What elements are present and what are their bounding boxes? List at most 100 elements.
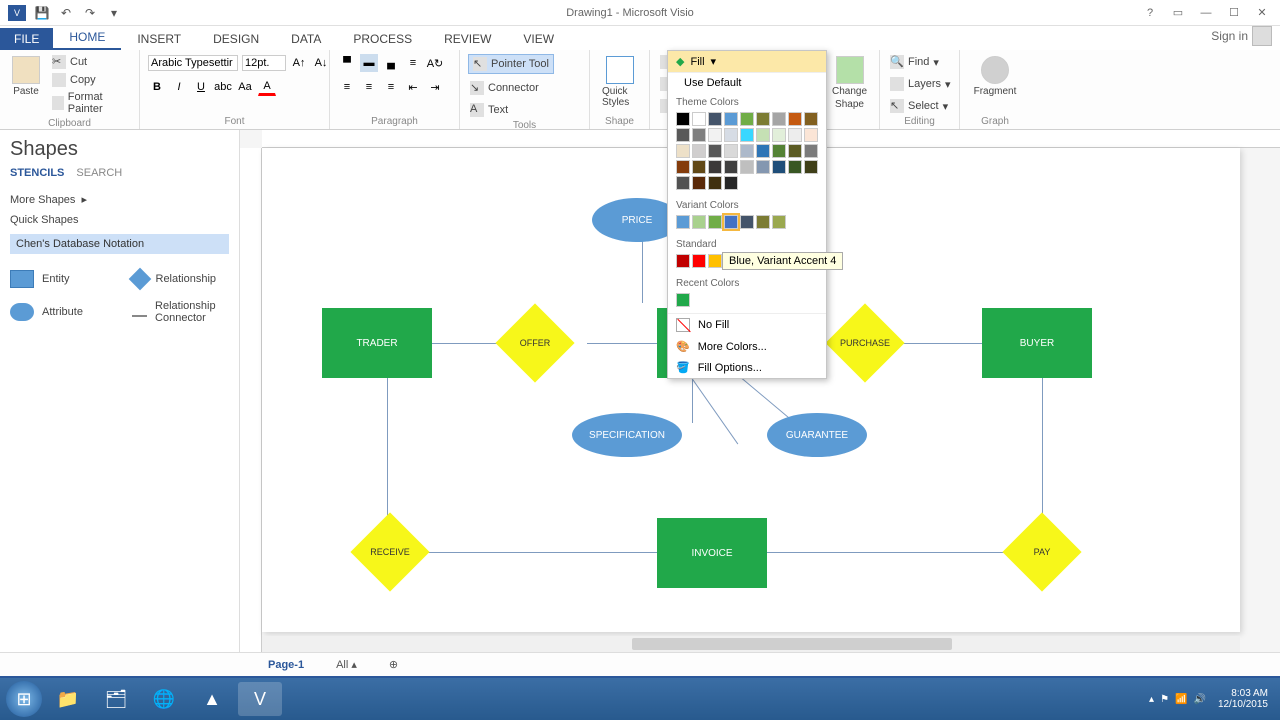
page-tab-1[interactable]: Page-1 bbox=[260, 657, 312, 673]
swatch[interactable] bbox=[756, 144, 770, 158]
layers-button[interactable]: Layers ▾ bbox=[888, 76, 953, 92]
swatch[interactable] bbox=[676, 254, 690, 268]
tab-insert[interactable]: INSERT bbox=[121, 28, 197, 50]
rel-receive[interactable]: RECEIVE bbox=[362, 524, 418, 580]
swatch[interactable] bbox=[708, 254, 722, 268]
font-family-input[interactable] bbox=[148, 55, 238, 71]
orient-icon[interactable]: A↻ bbox=[426, 54, 444, 72]
more-shapes-link[interactable]: More Shapes ▸ bbox=[10, 189, 229, 210]
start-button[interactable]: ⊞ bbox=[6, 681, 42, 717]
rel-purchase[interactable]: PURCHASE bbox=[837, 315, 893, 371]
swatch[interactable] bbox=[804, 128, 818, 142]
decrease-font-icon[interactable]: A↓ bbox=[312, 54, 330, 72]
rel-pay[interactable]: PAY bbox=[1014, 524, 1070, 580]
tab-process[interactable]: PROCESS bbox=[337, 28, 428, 50]
swatch[interactable] bbox=[708, 128, 722, 142]
cut-button[interactable]: ✂Cut bbox=[50, 54, 131, 70]
ribbon-toggle-icon[interactable]: ▭ bbox=[1166, 5, 1190, 21]
fill-button[interactable]: ◆Fill ▾ bbox=[668, 51, 826, 73]
swatch[interactable] bbox=[772, 215, 786, 229]
case-icon[interactable]: Aa bbox=[236, 78, 254, 96]
swatch[interactable] bbox=[788, 128, 802, 142]
align-mid-icon[interactable]: ▬ bbox=[360, 54, 378, 72]
swatch[interactable] bbox=[740, 112, 754, 126]
align-right-icon[interactable]: ≡ bbox=[382, 78, 400, 96]
attr-spec[interactable]: SPECIFICATION bbox=[572, 413, 682, 457]
swatch[interactable] bbox=[708, 144, 722, 158]
undo-icon[interactable]: ↶ bbox=[58, 5, 74, 21]
relationship-shape[interactable]: Relationship bbox=[132, 270, 230, 288]
align-center-icon[interactable]: ≡ bbox=[360, 78, 378, 96]
swatch[interactable] bbox=[772, 144, 786, 158]
swatch[interactable] bbox=[788, 160, 802, 174]
swatch[interactable] bbox=[724, 144, 738, 158]
qat-dropdown-icon[interactable]: ▾ bbox=[106, 5, 122, 21]
relconn-shape[interactable]: Relationship Connector bbox=[132, 300, 230, 324]
bullets-icon[interactable]: ≡ bbox=[404, 54, 422, 72]
horizontal-scrollbar[interactable] bbox=[262, 636, 1240, 652]
swatch[interactable] bbox=[692, 128, 706, 142]
taskbar-explorer[interactable]: 📁 bbox=[46, 682, 90, 716]
swatch[interactable] bbox=[676, 144, 690, 158]
swatch[interactable] bbox=[692, 112, 706, 126]
tray-network-icon[interactable]: 📶 bbox=[1175, 694, 1187, 705]
swatch[interactable] bbox=[676, 293, 690, 307]
tab-file[interactable]: FILE bbox=[0, 28, 53, 50]
swatch[interactable] bbox=[708, 112, 722, 126]
search-tab[interactable]: SEARCH bbox=[76, 167, 122, 179]
swatch[interactable] bbox=[676, 160, 690, 174]
pointer-tool-button[interactable]: ↖Pointer Tool bbox=[468, 54, 554, 74]
swatch[interactable] bbox=[724, 215, 738, 229]
italic-icon[interactable]: I bbox=[170, 78, 188, 96]
swatch[interactable] bbox=[740, 128, 754, 142]
tab-data[interactable]: DATA bbox=[275, 28, 337, 50]
swatch[interactable] bbox=[756, 215, 770, 229]
underline-icon[interactable]: U bbox=[192, 78, 210, 96]
select-button[interactable]: ↖Select ▾ bbox=[888, 98, 950, 114]
swatch[interactable] bbox=[708, 176, 722, 190]
swatch[interactable] bbox=[692, 254, 706, 268]
taskbar-clock[interactable]: 8:03 AM 12/10/2015 bbox=[1212, 688, 1274, 710]
swatch[interactable] bbox=[756, 112, 770, 126]
close-icon[interactable]: ✕ bbox=[1250, 5, 1274, 21]
text-tool-button[interactable]: AText bbox=[468, 102, 510, 118]
entity-trader[interactable]: TRADER bbox=[322, 308, 432, 378]
quick-styles-button[interactable]: Quick Styles bbox=[598, 54, 641, 110]
swatch[interactable] bbox=[788, 112, 802, 126]
align-left-icon[interactable]: ≡ bbox=[338, 78, 356, 96]
maximize-icon[interactable]: ☐ bbox=[1222, 5, 1246, 21]
swatch[interactable] bbox=[804, 144, 818, 158]
tab-review[interactable]: REVIEW bbox=[428, 28, 507, 50]
swatch[interactable] bbox=[676, 112, 690, 126]
taskbar-folder[interactable]: 🗂 bbox=[94, 682, 138, 716]
swatch[interactable] bbox=[692, 160, 706, 174]
tray-volume-icon[interactable]: 🔊 bbox=[1193, 694, 1205, 705]
swatch[interactable] bbox=[804, 160, 818, 174]
tray-flag-icon[interactable]: ⚑ bbox=[1160, 694, 1169, 705]
font-size-input[interactable] bbox=[242, 55, 286, 71]
fragment-button[interactable]: Fragment bbox=[968, 54, 1022, 99]
connector-tool-button[interactable]: ↘Connector bbox=[468, 80, 541, 96]
swatch[interactable] bbox=[772, 112, 786, 126]
tab-view[interactable]: VIEW bbox=[507, 28, 570, 50]
bold-icon[interactable]: B bbox=[148, 78, 166, 96]
swatch[interactable] bbox=[788, 144, 802, 158]
format-painter-button[interactable]: Format Painter bbox=[50, 90, 131, 116]
increase-font-icon[interactable]: A↑ bbox=[290, 54, 308, 72]
copy-button[interactable]: Copy bbox=[50, 72, 131, 88]
save-icon[interactable]: 💾 bbox=[34, 5, 50, 21]
indent-dec-icon[interactable]: ⇤ bbox=[404, 78, 422, 96]
tray-up-icon[interactable]: ▴ bbox=[1149, 694, 1154, 705]
chen-stencil[interactable]: Chen's Database Notation bbox=[10, 234, 229, 254]
swatch[interactable] bbox=[772, 160, 786, 174]
swatch[interactable] bbox=[740, 160, 754, 174]
minimize-icon[interactable]: — bbox=[1194, 5, 1218, 21]
swatch[interactable] bbox=[756, 128, 770, 142]
no-fill-item[interactable]: No Fill bbox=[668, 314, 826, 336]
attr-guarantee[interactable]: GUARANTEE bbox=[767, 413, 867, 457]
new-page-button[interactable]: ⊕ bbox=[381, 656, 406, 673]
find-button[interactable]: 🔍Find ▾ bbox=[888, 54, 941, 70]
indent-inc-icon[interactable]: ⇥ bbox=[426, 78, 444, 96]
align-bot-icon[interactable]: ▄ bbox=[382, 54, 400, 72]
swatch[interactable] bbox=[772, 128, 786, 142]
